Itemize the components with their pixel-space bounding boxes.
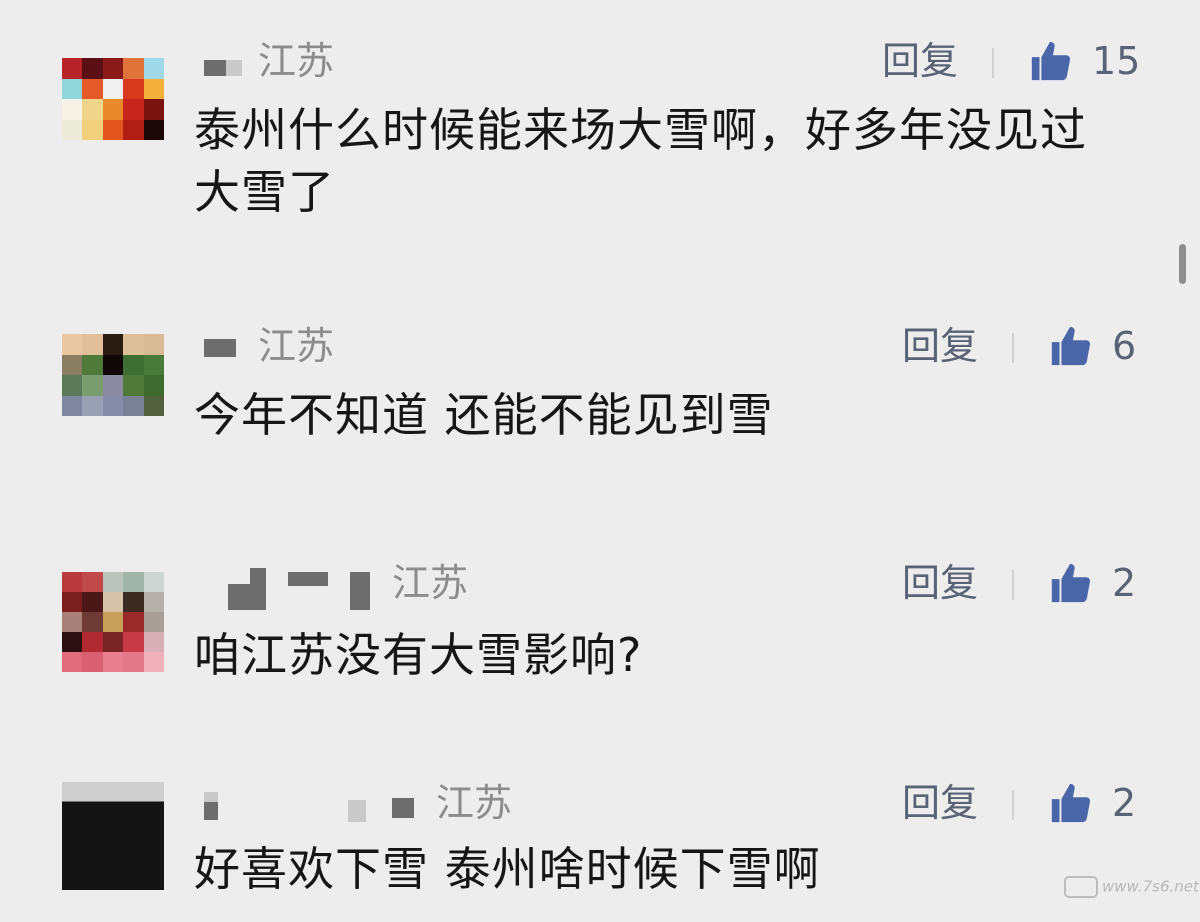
site-logo-icon [1064,876,1098,898]
username[interactable]: 江苏 [200,778,540,828]
reply-button[interactable]: 回复 [882,36,958,86]
divider [1012,790,1014,820]
comment-text: 今年不知道 还能不能见到雪 [194,388,774,442]
watermark-text: www.7s6.net [1102,877,1199,896]
avatar[interactable] [62,334,164,416]
comment-actions: 回复 2 [902,558,1142,608]
username[interactable]: 江苏 [200,321,370,371]
divider [992,48,994,78]
reply-button[interactable]: 回复 [902,778,978,828]
comment-actions: 回复 15 [882,36,1142,86]
comment-item: 江苏 回复 2 咱江苏没有大雪影响? [0,556,1200,786]
comment-item: 江苏 回复 6 今年不知道 还能不能见到雪 [0,316,1200,546]
reply-button[interactable]: 回复 [902,558,978,608]
comment-text: 泰州什么时候能来场大雪啊，好多年没见过大雪了 [194,103,1087,219]
like-count: 15 [1092,39,1141,83]
reply-button[interactable]: 回复 [902,321,978,371]
avatar[interactable] [62,782,164,890]
thumbs-up-icon[interactable] [1048,560,1094,606]
region-label: 江苏 [258,39,335,83]
username[interactable]: 江苏 [200,36,370,86]
like-count: 2 [1112,561,1137,605]
comment-actions: 回复 6 [902,321,1142,371]
scrollbar[interactable] [1179,244,1186,284]
like-count: 2 [1112,781,1137,825]
comment-item: 江苏 回复 15 泰州什么时候能来场大雪啊，好多年没见过大雪了 [0,30,1200,260]
avatar[interactable] [62,58,164,140]
divider [1012,333,1014,363]
comment-text: 好喜欢下雪 泰州啥时候下雪啊 [194,842,821,896]
username[interactable]: 江苏 [200,558,500,610]
comment-text: 咱江苏没有大雪影响? [194,628,643,682]
thumbs-up-icon[interactable] [1028,38,1074,84]
divider [1012,570,1014,600]
watermark: www.7s6.net [1064,876,1199,898]
comment-item: 江苏 回复 2 好喜欢下雪 泰州啥时候下雪啊 [0,776,1200,922]
comment-actions: 回复 2 [902,778,1142,828]
thumbs-up-icon[interactable] [1048,780,1094,826]
avatar[interactable] [62,572,164,672]
region-label: 江苏 [392,561,469,605]
region-label: 江苏 [258,324,335,368]
like-count: 6 [1112,324,1137,368]
thumbs-up-icon[interactable] [1048,323,1094,369]
region-label: 江苏 [436,781,513,825]
